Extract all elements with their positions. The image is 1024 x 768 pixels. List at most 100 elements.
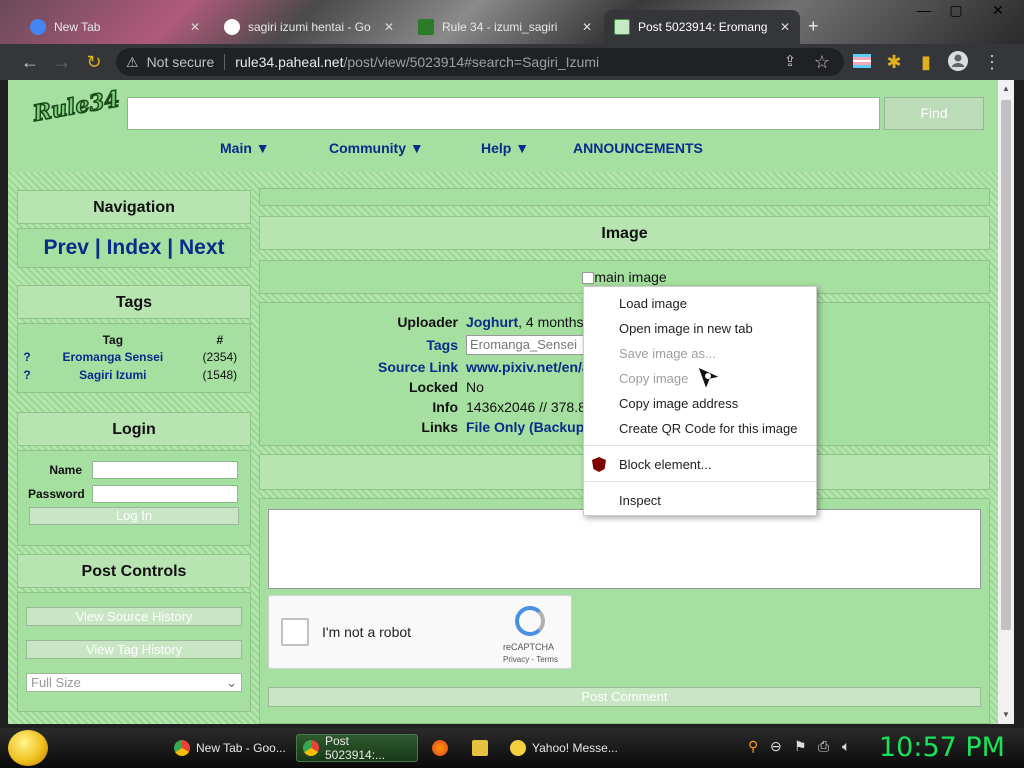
minimize-button[interactable]: — <box>912 2 936 18</box>
info-value: 1436x2046 // 378.8 <box>466 399 586 415</box>
login-button[interactable]: Log In <box>29 507 239 525</box>
scroll-down-icon[interactable]: ▼ <box>998 710 1014 719</box>
menu-inspect[interactable]: Inspect <box>619 491 661 511</box>
nav-community[interactable]: Community ▼ <box>329 140 424 156</box>
url-host[interactable]: rule34.paheal.net <box>235 54 343 70</box>
name-field[interactable] <box>92 461 238 479</box>
tags-label-link[interactable]: Tags <box>378 337 458 353</box>
folder-icon[interactable] <box>472 740 488 756</box>
menu-copy-image-address[interactable]: Copy image address <box>619 394 738 414</box>
close-icon[interactable]: ✕ <box>384 20 394 34</box>
puzzle-icon[interactable]: ✱ <box>882 50 906 74</box>
tab-google-search[interactable]: sagiri izumi hentai - Go ✕ <box>214 10 404 44</box>
password-field[interactable] <box>92 485 238 503</box>
page-scrollbar[interactable]: ▲ ▼ <box>998 80 1014 724</box>
backup-link[interactable]: (Backup <box>529 419 584 435</box>
menu-icon[interactable]: ⋮ <box>980 50 1004 74</box>
tag-wiki-link[interactable]: ? <box>18 348 36 366</box>
image-block: Image <box>259 216 990 250</box>
scroll-up-icon[interactable]: ▲ <box>998 84 1014 93</box>
site-logo[interactable]: Rule34 <box>30 85 122 140</box>
post-comment-button[interactable]: Post Comment <box>268 687 981 707</box>
tab-rule34-xxx[interactable]: Rule 34 - izumi_sagiri ✕ <box>408 10 602 44</box>
warning-icon[interactable]: ⚠ <box>126 54 139 71</box>
flag-extension-icon[interactable] <box>850 50 874 74</box>
share-icon[interactable]: ⇪ <box>778 50 802 74</box>
tag-wiki-link[interactable]: ? <box>18 366 36 384</box>
menu-create-qr-code[interactable]: Create QR Code for this image <box>619 419 797 439</box>
taskbar-item-yahoo-messenger[interactable]: Yahoo! Messe... <box>504 734 624 762</box>
view-source-history-button[interactable]: View Source History <box>26 607 242 626</box>
menu-open-image-new-tab[interactable]: Open image in new tab <box>619 319 753 339</box>
tag-count: (2354) <box>202 350 238 364</box>
find-button[interactable]: Find <box>884 97 984 130</box>
tags-input[interactable]: Eromanga_Sensei <box>466 335 586 355</box>
tag-link[interactable]: Eromanga Sensei <box>36 348 190 366</box>
post-controls-body: View Source History View Tag History Ful… <box>17 592 251 712</box>
security-label[interactable]: Not secure <box>147 54 215 70</box>
tag-count: (1548) <box>202 368 238 382</box>
forward-icon[interactable]: → <box>50 50 74 74</box>
close-window-button[interactable]: ✕ <box>986 2 1010 19</box>
taskbar-item-post[interactable]: Post 5023914:... <box>296 734 418 762</box>
network-icon[interactable]: ⎙ <box>818 738 829 755</box>
source-link[interactable]: www.pixiv.net/en/a <box>466 359 590 375</box>
star-icon[interactable]: ☆ <box>810 50 834 74</box>
scrollbar-thumb[interactable] <box>1001 100 1011 630</box>
system-clock[interactable]: 10:57 PM <box>879 732 1005 763</box>
google-icon <box>224 19 240 35</box>
chrome-icon <box>174 740 190 756</box>
recaptcha-checkbox[interactable] <box>281 618 309 646</box>
comment-textarea[interactable] <box>268 509 981 589</box>
next-link[interactable]: Next <box>179 236 225 259</box>
menu-block-element[interactable]: Block element... <box>619 455 712 475</box>
minus-circle-icon[interactable]: ⊖ <box>770 738 782 755</box>
volume-icon[interactable]: 🔈︎ <box>842 738 850 755</box>
post-controls-title: Post Controls <box>17 554 251 588</box>
index-link[interactable]: Index <box>107 236 162 259</box>
taskbar-item-new-tab[interactable]: New Tab - Goo... <box>168 734 292 762</box>
menu-copy-image[interactable]: Copy image <box>619 369 688 389</box>
new-tab-button[interactable]: + <box>808 16 819 37</box>
source-link-label[interactable]: Source Link <box>378 359 458 375</box>
tab-new-tab[interactable]: New Tab ✕ <box>20 10 210 44</box>
sidepanel-icon[interactable]: ▮ <box>914 50 938 74</box>
size-select[interactable]: Full Size ⌄ <box>26 673 242 692</box>
file-only-link[interactable]: File Only <box>466 419 525 435</box>
close-icon[interactable]: ✕ <box>582 20 592 34</box>
back-icon[interactable]: ← <box>18 50 42 74</box>
profile-icon[interactable] <box>946 50 970 74</box>
chrome-icon <box>30 19 46 35</box>
prev-link[interactable]: Prev <box>43 236 89 259</box>
address-bar[interactable]: ⚠ Not secure rule34.paheal.net /post/vie… <box>116 48 844 76</box>
view-tag-history-button[interactable]: View Tag History <box>26 640 242 659</box>
firefox-icon[interactable] <box>432 740 448 756</box>
tag-link[interactable]: Sagiri Izumi <box>36 366 190 384</box>
maximize-button[interactable]: ▢ <box>944 2 968 19</box>
url-path[interactable]: /post/view/5023914#search=Sagiri_Izumi <box>343 54 599 70</box>
search-input[interactable] <box>127 97 880 130</box>
nav-announcements[interactable]: ANNOUNCEMENTS <box>573 140 703 156</box>
taskbar-label: Yahoo! Messe... <box>532 741 618 755</box>
uploader-link[interactable]: Joghurt <box>466 314 518 330</box>
start-button[interactable] <box>8 730 48 766</box>
tag-row: ? Eromanga Sensei (2354) <box>18 348 250 366</box>
menu-load-image[interactable]: Load image <box>619 294 687 314</box>
image-alt-text: main image <box>594 269 667 285</box>
close-icon[interactable]: ✕ <box>190 20 200 34</box>
paheal-icon <box>614 19 630 35</box>
nav-main[interactable]: Main ▼ <box>220 140 270 156</box>
menu-save-image-as[interactable]: Save image as... <box>619 344 716 364</box>
action-center-flag-icon[interactable]: ⚑ <box>794 738 807 755</box>
recaptcha-logo-icon <box>515 606 545 636</box>
search-icon[interactable]: ⚲ <box>748 738 758 755</box>
reload-icon[interactable]: ↻ <box>82 50 106 74</box>
broken-image-icon <box>582 272 595 285</box>
tab-post-active[interactable]: Post 5023914: Eromang ✕ <box>604 10 800 44</box>
nav-help[interactable]: Help ▼ <box>481 140 529 156</box>
name-label: Name <box>49 463 82 477</box>
close-icon[interactable]: ✕ <box>780 20 790 34</box>
web-page: Rule34 Find Main ▼ Community ▼ Help ▼ AN… <box>8 80 998 724</box>
recaptcha-privacy-terms[interactable]: Privacy - Terms <box>503 655 558 664</box>
yahoo-messenger-icon <box>510 740 526 756</box>
